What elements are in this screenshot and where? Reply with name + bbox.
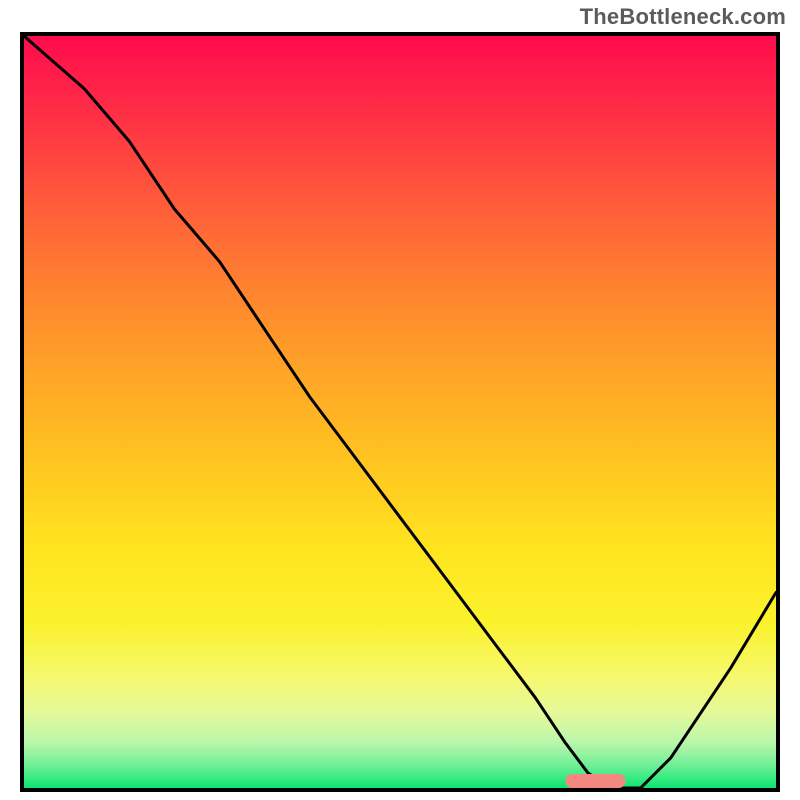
bottleneck-curve bbox=[24, 36, 776, 788]
optimal-range-marker bbox=[565, 774, 625, 788]
chart-frame bbox=[20, 32, 780, 792]
chart-overlay bbox=[24, 36, 776, 788]
watermark-text: TheBottleneck.com bbox=[580, 4, 786, 30]
